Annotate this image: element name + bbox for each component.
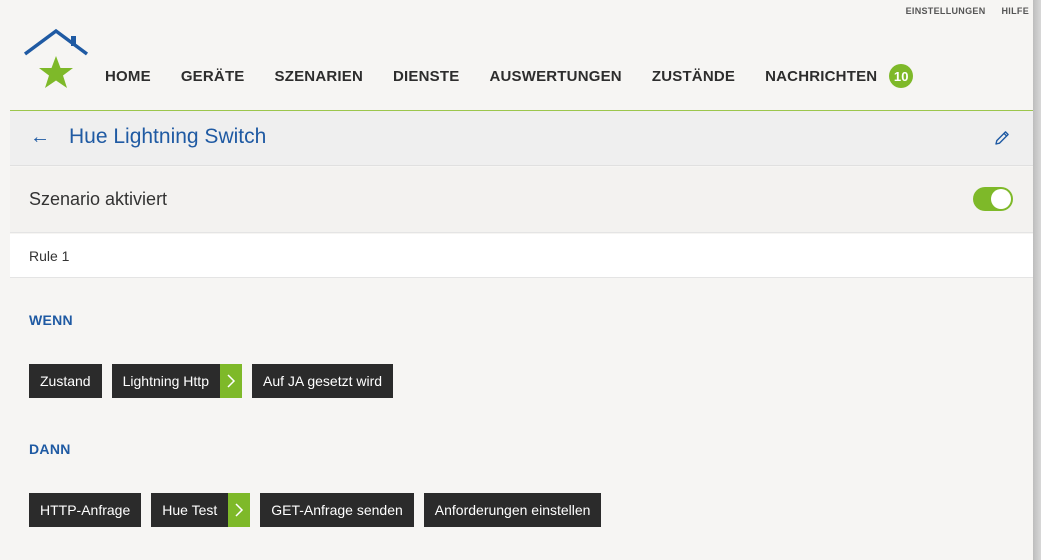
nav-devices[interactable]: GERÄTE: [181, 68, 245, 85]
then-chip-action[interactable]: HTTP-Anfrage: [29, 493, 142, 527]
edit-pencil-icon[interactable]: [993, 129, 1011, 147]
scenario-active-label: Szenario aktiviert: [29, 189, 168, 209]
toggle-knob: [991, 189, 1011, 209]
house-star-icon: [23, 28, 89, 88]
nav-services[interactable]: DIENSTE: [393, 68, 459, 85]
rule-label: Rule 1: [29, 248, 70, 264]
when-chips: Zustand Lightning Http Auf JA gesetzt wi…: [29, 364, 394, 398]
when-chip-item[interactable]: Lightning Http: [111, 364, 242, 398]
scenario-active-row: Szenario aktiviert: [10, 167, 1033, 233]
messages-count-badge: 10: [889, 64, 914, 88]
chevron-right-icon[interactable]: [228, 493, 251, 527]
nav-messages[interactable]: NACHRICHTEN 10: [765, 64, 914, 88]
nav-evaluations[interactable]: AUSWERTUNGEN: [489, 68, 621, 85]
when-chip-condition[interactable]: Auf JA gesetzt wird: [252, 364, 394, 398]
rule-header-row[interactable]: Rule 1: [10, 234, 1033, 278]
scenario-active-toggle[interactable]: [973, 187, 1013, 211]
top-utility-bar: EINSTELLUNGEN HILFE: [906, 6, 1029, 16]
app-window: EINSTELLUNGEN HILFE HOME GERÄTE SZENARIE…: [0, 0, 1033, 560]
then-chip-settings[interactable]: Anforderungen einstellen: [423, 493, 602, 527]
window-edge: [1033, 0, 1041, 560]
nav-scenarios[interactable]: SZENARIEN: [275, 68, 363, 85]
back-arrow-icon[interactable]: ←: [30, 127, 50, 147]
settings-link[interactable]: EINSTELLUNGEN: [906, 6, 986, 16]
chip-text: Zustand: [40, 373, 91, 389]
page-title: Hue Lightning Switch: [69, 125, 267, 148]
then-chip-target[interactable]: Hue Test: [151, 493, 251, 527]
page-title-bar: ← Hue Lightning Switch: [10, 111, 1033, 166]
chip-text: Auf JA gesetzt wird: [263, 373, 383, 389]
nav-home[interactable]: HOME: [105, 68, 151, 85]
help-link[interactable]: HILFE: [1002, 6, 1030, 16]
chevron-right-icon[interactable]: [220, 364, 242, 398]
main-navigation: HOME GERÄTE SZENARIEN DIENSTE AUSWERTUNG…: [105, 64, 943, 88]
chip-text: Lightning Http: [122, 373, 209, 389]
chip-text: Hue Test: [162, 502, 218, 518]
then-chip-method[interactable]: GET-Anfrage senden: [260, 493, 414, 527]
nav-messages-label: NACHRICHTEN: [765, 67, 878, 85]
chip-text: HTTP-Anfrage: [40, 502, 131, 518]
then-section-label: DANN: [29, 441, 71, 457]
chip-text: GET-Anfrage senden: [271, 502, 403, 518]
when-section-label: WENN: [29, 312, 73, 328]
then-chips: HTTP-Anfrage Hue Test GET-Anfrage senden…: [29, 493, 602, 527]
nav-states[interactable]: ZUSTÄNDE: [652, 68, 735, 85]
when-chip-state[interactable]: Zustand: [29, 364, 102, 398]
chip-text: Anforderungen einstellen: [434, 502, 591, 518]
home-logo[interactable]: [22, 28, 90, 92]
